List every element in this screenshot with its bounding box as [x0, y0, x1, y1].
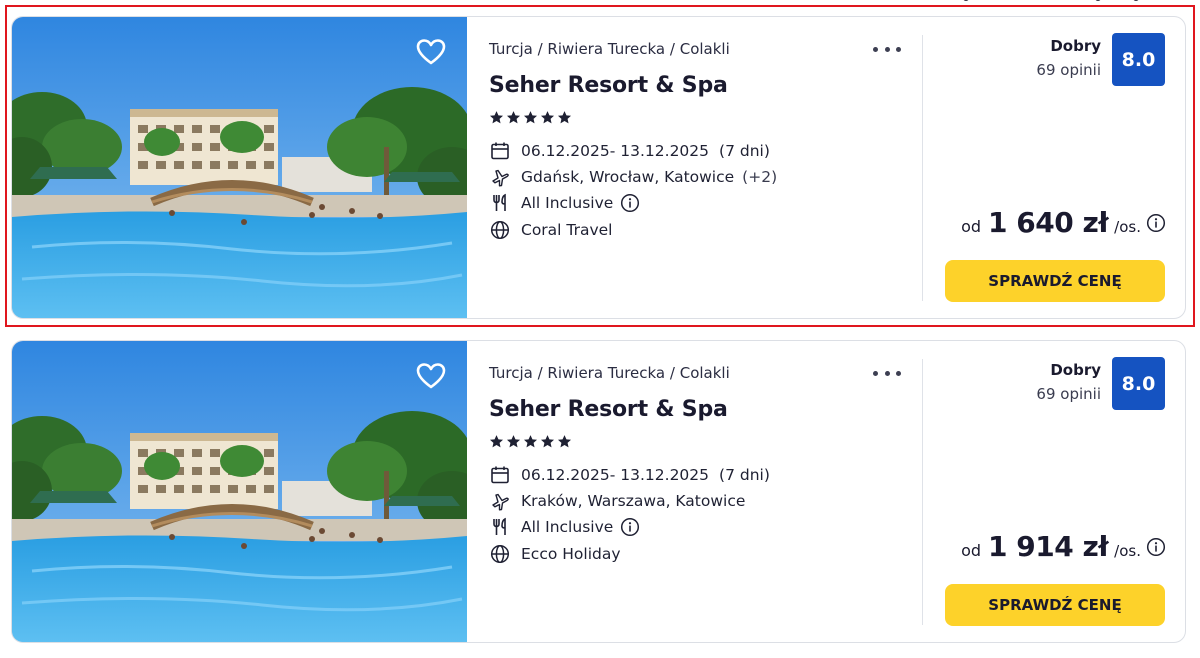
hotel-photo[interactable] — [12, 341, 467, 642]
info-circle-icon — [621, 193, 640, 213]
hotel-name[interactable]: Seher Resort & Spa — [489, 397, 728, 422]
price-info-button[interactable] — [1146, 537, 1166, 557]
price-line: od 1 914 zł /os. — [961, 530, 1166, 563]
cropped-header-fragment — [955, 0, 1155, 4]
rating-label: Dobry — [1050, 361, 1101, 379]
check-price-button[interactable]: SPRAWDŹ CENĘ — [945, 584, 1165, 626]
info-circle-icon — [1146, 537, 1166, 557]
favorite-button[interactable] — [414, 36, 448, 68]
reviews-count[interactable]: 69 opinii — [1036, 385, 1101, 403]
plane-icon — [492, 169, 509, 187]
star-icon — [523, 111, 538, 124]
hotel-photo[interactable] — [12, 17, 467, 318]
offer-card[interactable]: Turcja / Riwiera Turecka / Colakli Seher… — [11, 16, 1186, 319]
rating-label: Dobry — [1050, 37, 1101, 55]
departure-airports: Gdańsk, Wrocław, Katowice — [521, 168, 735, 186]
star-icon — [557, 111, 572, 124]
board-info-button[interactable] — [620, 193, 640, 213]
departure-row: Gdańsk, Wrocław, Katowice (+2) — [489, 166, 777, 188]
board-row: All Inclusive — [489, 192, 640, 214]
price-per-person: /os. — [1114, 218, 1141, 236]
rating-score-badge: 8.0 — [1112, 357, 1165, 410]
hotel-star-rating — [489, 110, 572, 125]
board-info-button[interactable] — [620, 517, 640, 537]
operator-row: Coral Travel — [489, 219, 613, 241]
star-icon — [557, 435, 572, 448]
star-icon — [540, 435, 555, 448]
reviews-count[interactable]: 69 opinii — [1036, 61, 1101, 79]
calendar-icon — [491, 142, 509, 160]
price-amount: 1 914 zł — [988, 530, 1109, 563]
departure-row: Kraków, Warszawa, Katowice — [489, 490, 745, 512]
rating-score-badge: 8.0 — [1112, 33, 1165, 86]
dates-row: 06.12.2025- 13.12.2025 (7 dni) — [489, 140, 770, 162]
cutlery-icon — [493, 517, 506, 535]
star-icon — [540, 111, 555, 124]
dates-row: 06.12.2025- 13.12.2025 (7 dni) — [489, 464, 770, 486]
cutlery-icon — [493, 193, 506, 211]
board-row: All Inclusive — [489, 516, 640, 538]
dates-text: 06.12.2025- 13.12.2025 — [521, 142, 710, 160]
board-type: All Inclusive — [521, 194, 614, 212]
price-amount: 1 640 zł — [988, 206, 1109, 239]
duration-text: (7 dni) — [719, 142, 770, 160]
offer-info: Turcja / Riwiera Turecka / Colakli Seher… — [489, 341, 929, 642]
duration-text: (7 dni) — [719, 466, 770, 484]
heart-outline-icon — [416, 363, 446, 389]
more-dots-icon — [873, 370, 878, 376]
hotel-star-rating — [489, 434, 572, 449]
price-info-button[interactable] — [1146, 213, 1166, 233]
price-panel: Dobry 69 opinii 8.0 od 1 640 zł /os. SPR… — [923, 17, 1185, 318]
star-icon — [506, 435, 521, 448]
offer-card[interactable]: Turcja / Riwiera Turecka / Colakli Seher… — [11, 340, 1186, 643]
price-panel: Dobry 69 opinii 8.0 od 1 914 zł /os. SPR… — [923, 341, 1185, 642]
check-price-button[interactable]: SPRAWDŹ CENĘ — [945, 260, 1165, 302]
offer-info: Turcja / Riwiera Turecka / Colakli Seher… — [489, 17, 929, 318]
dates-text: 06.12.2025- 13.12.2025 — [521, 466, 710, 484]
globe-icon — [490, 220, 510, 240]
hotel-name[interactable]: Seher Resort & Spa — [489, 73, 728, 98]
heart-outline-icon — [416, 39, 446, 65]
board-type: All Inclusive — [521, 518, 614, 536]
location-breadcrumb[interactable]: Turcja / Riwiera Turecka / Colakli — [489, 40, 730, 58]
more-options-button[interactable] — [873, 41, 901, 57]
star-icon — [506, 111, 521, 124]
calendar-icon — [491, 466, 509, 484]
tour-operator: Ecco Holiday — [521, 545, 621, 563]
price-prefix: od — [961, 217, 982, 236]
more-dots-icon — [873, 46, 878, 52]
star-icon — [489, 435, 504, 448]
tour-operator: Coral Travel — [521, 221, 613, 239]
departure-airports: Kraków, Warszawa, Katowice — [521, 492, 746, 510]
globe-icon — [490, 544, 510, 564]
price-prefix: od — [961, 541, 982, 560]
more-options-button[interactable] — [873, 365, 901, 381]
info-circle-icon — [1146, 213, 1166, 233]
operator-row: Ecco Holiday — [489, 543, 621, 565]
location-breadcrumb[interactable]: Turcja / Riwiera Turecka / Colakli — [489, 364, 730, 382]
star-icon — [523, 435, 538, 448]
star-icon — [489, 111, 504, 124]
price-per-person: /os. — [1114, 542, 1141, 560]
plane-icon — [492, 493, 509, 511]
info-circle-icon — [621, 517, 640, 537]
favorite-button[interactable] — [414, 360, 448, 392]
departure-more-count[interactable]: (+2) — [742, 168, 777, 186]
price-line: od 1 640 zł /os. — [961, 206, 1166, 239]
